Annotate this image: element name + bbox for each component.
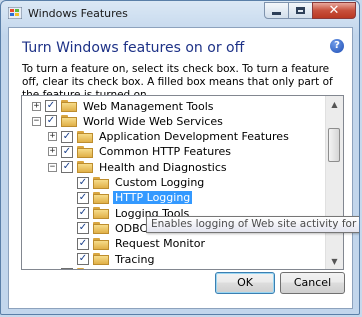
help-icon[interactable]: ?	[330, 39, 344, 53]
scroll-down-icon[interactable]: ▼	[327, 253, 342, 269]
feature-checkbox[interactable]: ✓	[77, 191, 89, 204]
folder-icon	[93, 191, 109, 204]
scroll-up-icon[interactable]: ▲	[327, 96, 342, 112]
windows-features-icon	[8, 7, 22, 19]
folder-icon	[77, 130, 93, 143]
feature-label[interactable]: Custom Logging	[113, 176, 206, 189]
maximize-icon	[296, 7, 305, 14]
tree-item[interactable]: ✓ HTTP Logging	[64, 190, 193, 206]
title-bar[interactable]: Windows Features ✕	[1, 1, 359, 27]
cancel-button[interactable]: Cancel	[280, 272, 345, 294]
feature-tooltip: Enables logging of Web site activity for…	[146, 216, 359, 233]
folder-icon	[93, 207, 109, 220]
collapse-icon[interactable]: −	[48, 162, 57, 172]
feature-label[interactable]: Tracing	[113, 253, 156, 266]
feature-checkbox[interactable]: ✓	[77, 222, 89, 235]
minimize-icon	[272, 12, 281, 15]
feature-label[interactable]: Performance Features	[97, 268, 222, 269]
feature-checkbox[interactable]: ✓	[77, 237, 89, 250]
tree-item[interactable]: ✓ ODBC	[64, 220, 149, 236]
feature-label[interactable]: Common HTTP Features	[97, 145, 233, 158]
scrollbar-thumb[interactable]	[328, 128, 340, 162]
folder-icon	[93, 222, 109, 235]
folder-icon	[77, 161, 93, 174]
tree-item[interactable]: + ✓ Web Management Tools	[32, 98, 216, 114]
tree-item[interactable]: ✓ Custom Logging	[64, 175, 206, 191]
feature-checkbox[interactable]: ✓	[77, 207, 89, 220]
tree-item[interactable]: +✓Performance Features	[48, 266, 222, 269]
tree-item[interactable]: + ✓ Common HTTP Features	[48, 144, 233, 160]
feature-checkbox[interactable]: ✓	[77, 253, 89, 265]
expand-icon[interactable]: +	[48, 132, 57, 142]
features-tree[interactable]: + ✓ Web Management Tools − ✓ World Wide Web S…	[21, 95, 344, 270]
feature-label[interactable]: ODBC	[113, 222, 149, 235]
feature-label[interactable]: Request Monitor	[113, 237, 207, 250]
feature-checkbox[interactable]: ✓	[61, 268, 73, 269]
vertical-scrollbar[interactable]: ▲ ▼	[325, 96, 343, 269]
folder-icon	[93, 237, 109, 250]
maximize-button[interactable]	[288, 2, 313, 19]
windows-features-dialog: Windows Features ✕ Turn Windows features…	[0, 0, 360, 315]
feature-label[interactable]: HTTP Logging	[113, 191, 193, 205]
folder-icon	[77, 145, 93, 158]
tree-item[interactable]: ✓ Request Monitor	[64, 236, 207, 252]
tree-item[interactable]: ✓ Tracing	[64, 251, 156, 267]
page-heading: Turn Windows features on or off	[22, 40, 245, 56]
feature-label[interactable]: Application Development Features	[97, 130, 291, 143]
feature-label[interactable]: World Wide Web Services	[81, 115, 225, 128]
folder-icon	[93, 176, 109, 189]
expand-icon[interactable]: +	[48, 147, 57, 157]
feature-checkbox[interactable]: ✓	[61, 130, 73, 143]
tree-item[interactable]: + ✓ Application Development Features	[48, 129, 291, 145]
dialog-content: Turn Windows features on or off ? To tur…	[8, 27, 353, 309]
minimize-button[interactable]	[264, 2, 289, 19]
window-title: Windows Features	[28, 7, 128, 20]
close-icon: ✕	[328, 3, 340, 18]
feature-label[interactable]: Health and Diagnostics	[97, 161, 229, 174]
collapse-icon[interactable]: −	[32, 116, 41, 126]
folder-icon	[93, 253, 109, 265]
feature-label[interactable]: Web Management Tools	[81, 100, 216, 113]
tree-item[interactable]: − ✓ World Wide Web Services	[32, 113, 225, 129]
expand-icon[interactable]: +	[32, 101, 41, 111]
folder-icon	[61, 115, 77, 128]
feature-checkbox[interactable]: ✓	[61, 161, 73, 174]
tree-item[interactable]: − ✓ Health and Diagnostics	[48, 159, 229, 175]
feature-checkbox[interactable]: ✓	[77, 176, 89, 189]
feature-checkbox[interactable]: ✓	[45, 115, 57, 128]
close-button[interactable]: ✕	[312, 2, 356, 19]
feature-checkbox[interactable]: ✓	[45, 100, 57, 112]
folder-icon	[61, 100, 77, 112]
ok-button[interactable]: OK	[215, 272, 275, 294]
folder-icon	[77, 268, 93, 269]
feature-checkbox[interactable]: ✓	[61, 145, 73, 158]
